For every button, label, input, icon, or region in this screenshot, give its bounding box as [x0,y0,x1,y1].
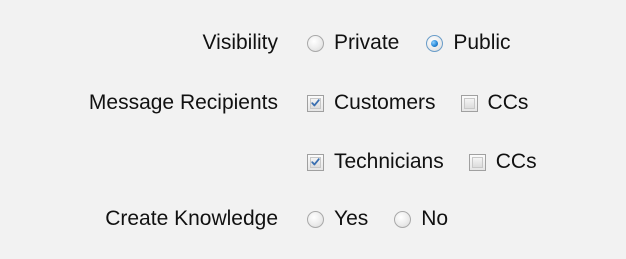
customers-option[interactable]: Customers [307,91,436,115]
recipients-customers-options: Customers CCs [307,88,528,118]
create-knowledge-yes-option[interactable]: Yes [307,207,368,231]
visibility-label: Visibility [202,31,278,54]
create-knowledge-no-radio[interactable] [394,210,412,228]
technicians-label: Technicians [334,150,444,173]
customers-label: Customers [334,91,436,114]
visibility-private-option[interactable]: Private [307,31,399,55]
technicians-ccs-checkbox[interactable] [468,153,486,171]
create-knowledge-yes-radio[interactable] [307,210,324,228]
create-knowledge-options: Yes No [307,204,448,234]
create-knowledge-yes-label: Yes [334,207,369,230]
create-knowledge-row: Create Knowledge Yes No [0,199,626,239]
create-knowledge-no-label: No [421,207,449,230]
visibility-public-option[interactable]: Public [426,31,511,55]
create-knowledge-no-option[interactable]: No [394,207,448,231]
recipients-technicians-row: Technicians CCs [0,142,626,182]
visibility-public-radio[interactable] [426,34,444,52]
technicians-ccs-option[interactable]: CCs [468,150,537,174]
create-knowledge-label: Create Knowledge [105,207,278,230]
checkmark-icon [311,158,320,166]
visibility-row: Visibility Private Public [0,23,626,63]
customers-ccs-checkbox[interactable] [460,94,478,112]
customers-ccs-option[interactable]: CCs [460,91,529,115]
visibility-private-radio[interactable] [307,34,324,52]
technicians-checkbox[interactable] [307,153,324,171]
visibility-private-label: Private [334,31,400,54]
technicians-ccs-label: CCs [495,150,537,173]
recipients-technicians-options: Technicians CCs [307,147,537,177]
message-recipients-label: Message Recipients [88,91,278,114]
customers-ccs-label: CCs [487,91,529,114]
visibility-options: Private Public [307,28,511,58]
customers-checkbox[interactable] [307,94,324,112]
visibility-public-label: Public [453,31,511,54]
recipients-customers-row: Message Recipients Customers CCs [0,83,626,123]
settings-form: Visibility Private Public Message Recipi… [0,0,626,259]
checkmark-icon [311,99,320,107]
technicians-option[interactable]: Technicians [307,150,444,174]
